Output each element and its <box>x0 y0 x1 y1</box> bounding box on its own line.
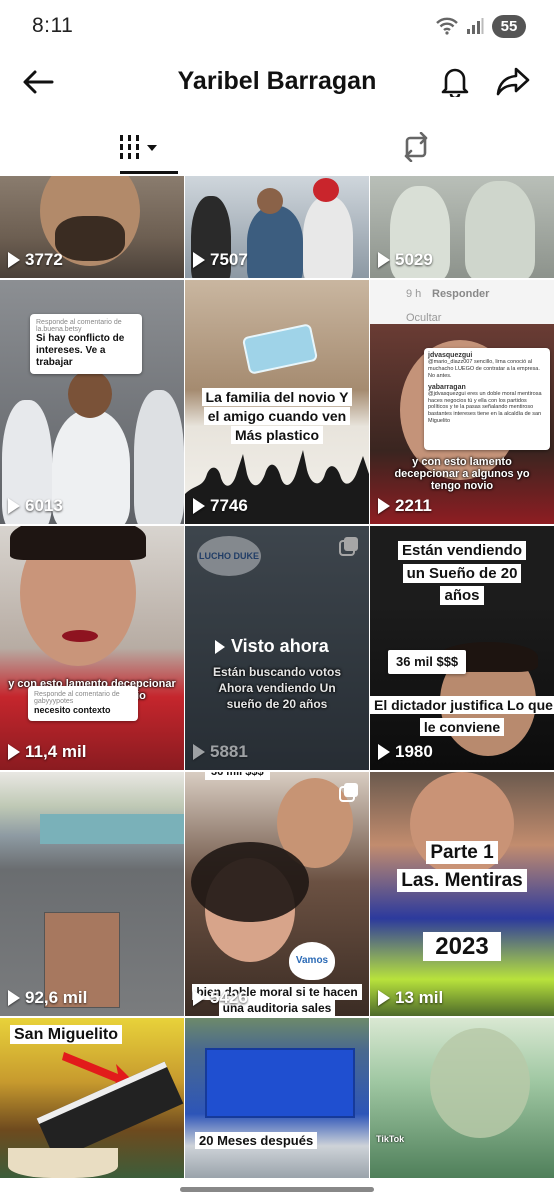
comment-reply-card: Responde al comentario de la.buena.betsy… <box>30 314 142 374</box>
video-caption: San Miguelito <box>10 1024 122 1046</box>
video-tile[interactable]: 3772 <box>0 176 184 278</box>
thumbnail-boat <box>8 1148 118 1178</box>
thumbnail-bottle <box>241 323 319 375</box>
play-icon <box>215 639 225 654</box>
bell-icon <box>441 68 469 97</box>
video-tile[interactable]: 7507 <box>185 176 369 278</box>
play-icon <box>378 990 390 1006</box>
profile-tabs <box>0 118 554 176</box>
video-tile[interactable]: Responde al comentario de la.buena.betsy… <box>0 280 184 524</box>
share-icon <box>496 67 530 96</box>
thumbnail-dumpster <box>205 1048 355 1118</box>
notifications-button[interactable] <box>436 62 474 100</box>
video-caption: La familia del novio Y el amigo cuando v… <box>185 388 369 445</box>
comment-reply-card: Responde al comentario de gabyyypotes ne… <box>28 686 138 721</box>
video-tile[interactable]: Parte 1 Las. Mentiras 2023 13 mil <box>370 772 554 1016</box>
video-tile[interactable]: 20 Meses después <box>185 1018 369 1178</box>
reply-overlay: 9 h Responder Ocultar <box>370 280 554 324</box>
video-tile[interactable]: Están vendiendo un Sueño de 20 años 36 m… <box>370 526 554 770</box>
view-count: 13 mil <box>378 988 443 1008</box>
tab-videos[interactable] <box>0 118 277 176</box>
video-caption-title: Las. Mentiras <box>370 868 554 895</box>
watched-label: Visto ahora <box>215 636 329 657</box>
back-button[interactable] <box>20 64 56 100</box>
view-count: 11,4 mil <box>8 742 86 762</box>
video-caption-part: Parte 1 <box>370 840 554 867</box>
thumbnail-person <box>52 410 130 524</box>
view-count: 7746 <box>193 496 248 516</box>
grid-icon <box>119 135 157 159</box>
video-caption: Están buscando votos Ahora vendiendo Un … <box>212 665 342 712</box>
signal-icon <box>467 18 484 34</box>
video-tile[interactable]: TikTok <box>370 1018 554 1178</box>
video-caption-year: 2023 <box>370 930 554 964</box>
share-button[interactable] <box>494 62 532 100</box>
thumbnail-head <box>68 370 112 418</box>
thumbnail-wall <box>40 814 184 844</box>
status-time: 8:11 <box>32 14 74 37</box>
video-grid: 3772 7507 5029 Responde al comentario de… <box>0 176 554 1178</box>
play-icon <box>378 744 390 760</box>
view-count: 3772 <box>8 250 63 270</box>
price-tag: 36 mil $$$ <box>388 650 467 674</box>
view-count: 1980 <box>378 742 433 762</box>
video-tile[interactable]: San Miguelito <box>0 1018 184 1178</box>
repost-icon <box>404 132 427 162</box>
video-tile[interactable]: y con esto lamento decepcionar vio Respo… <box>0 526 184 770</box>
thumbnail-head <box>257 188 283 214</box>
thumbnail-person <box>303 196 353 278</box>
play-icon <box>8 744 20 760</box>
view-count: 5881 <box>193 742 248 762</box>
video-tile[interactable]: 5029 <box>370 176 554 278</box>
thumbnail-head <box>313 178 339 202</box>
view-count: 5029 <box>378 250 433 270</box>
play-icon <box>193 744 205 760</box>
back-arrow-icon <box>23 70 54 94</box>
play-icon <box>378 252 390 268</box>
battery-indicator: 55 <box>492 14 526 38</box>
thumbnail-face <box>430 1028 530 1138</box>
play-icon <box>8 498 20 514</box>
comment-card: jdvasquezgui @mario_diazz007 sencillo, l… <box>424 348 550 450</box>
video-tile[interactable]: 36 mil $$$ Vamos bien doble moral si te … <box>185 772 369 1016</box>
play-icon <box>378 498 390 514</box>
play-icon <box>8 990 20 1006</box>
play-icon <box>193 990 205 1006</box>
video-tile[interactable]: 9 h Responder Ocultar jdvasquezgui @mari… <box>370 280 554 524</box>
thumbnail-person <box>247 206 303 278</box>
thumbnail-beard <box>55 216 125 261</box>
play-icon <box>8 252 20 268</box>
view-count: 7507 <box>193 250 248 270</box>
video-tile[interactable]: La familia del novio Y el amigo cuando v… <box>185 280 369 524</box>
video-caption-bottom: El dictador justifica Lo que le conviene <box>370 694 554 739</box>
play-icon <box>193 498 205 514</box>
thumbnail-lips <box>62 630 98 642</box>
thumbnail-hair <box>191 842 309 922</box>
video-caption: 20 Meses después <box>195 1132 318 1150</box>
video-caption: y con esto lamento decepcionar a algunos… <box>394 456 530 492</box>
view-count: 92,6 mil <box>8 988 87 1008</box>
thumbnail-hair <box>10 526 146 560</box>
profile-title: Yaribel Barragan <box>177 66 377 95</box>
status-bar: 8:11 55 <box>0 0 554 52</box>
view-count: 2211 <box>378 496 432 516</box>
profile-header: Yaribel Barragan <box>0 52 554 110</box>
thumbnail-person <box>134 390 184 524</box>
status-icons: 55 <box>436 14 526 38</box>
video-tile[interactable]: LUCHO DUKE Visto ahora Están buscando vo… <box>185 526 369 770</box>
top-text: 36 mil $$$ <box>205 772 270 780</box>
tab-reposts[interactable] <box>277 118 554 176</box>
view-count: 5426 <box>193 988 248 1008</box>
thumbnail-person <box>465 181 535 278</box>
play-icon <box>193 252 205 268</box>
video-tile[interactable]: 92,6 mil <box>0 772 184 1016</box>
video-caption-top: Están vendiendo un Sueño de 20 años <box>370 540 554 608</box>
home-indicator[interactable] <box>180 1187 374 1192</box>
wifi-icon <box>436 17 458 35</box>
heart-sticker: Vamos <box>289 942 335 980</box>
multi-photo-icon <box>339 783 358 802</box>
view-count: 6013 <box>8 496 63 516</box>
tiktok-watermark: TikTok <box>376 1134 405 1144</box>
